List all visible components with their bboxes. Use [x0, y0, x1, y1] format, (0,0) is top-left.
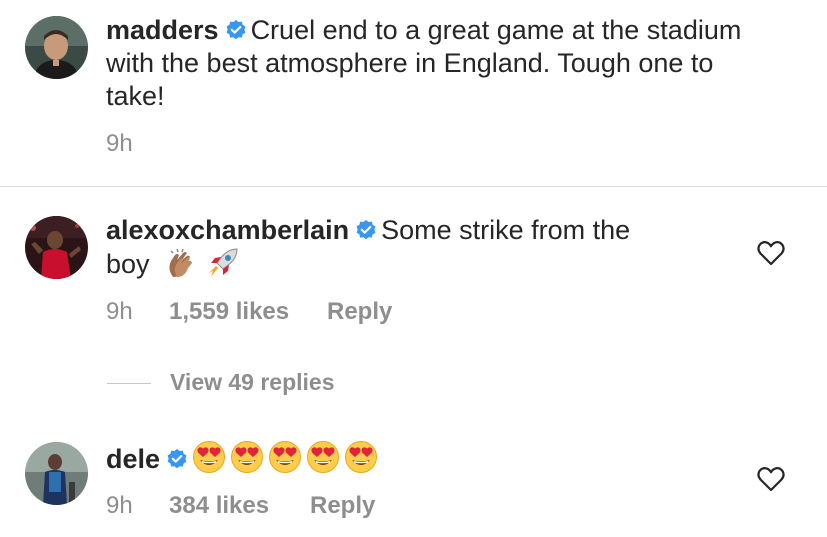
username-dele[interactable]: dele [106, 444, 160, 474]
caption-line-2: with the best atmosphere in England. Tou… [106, 48, 714, 78]
rocket-icon [207, 247, 241, 279]
heart-eyes-icon [230, 440, 264, 474]
username-alexoxchamberlain[interactable]: alexoxchamberlain [106, 215, 349, 245]
comment-line-1: Some strike from the [381, 215, 631, 245]
likes-count-link[interactable]: 1,559 likes [169, 298, 289, 326]
username-madders[interactable]: madders [106, 15, 219, 45]
replies-line [107, 383, 151, 384]
comment-line-2: boy [106, 249, 150, 279]
reply-button[interactable]: Reply [310, 492, 375, 520]
comment-alexoxchamberlain-text: alexoxchamberlain Some strike from the bo… [106, 214, 706, 281]
clapping-hands-icon [165, 247, 199, 279]
verified-badge-icon [355, 219, 377, 241]
avatar-alexoxchamberlain[interactable] [25, 216, 88, 279]
likes-count-link[interactable]: 384 likes [169, 492, 269, 520]
caption-text: madders Cruel end to a great game at the … [106, 14, 806, 113]
verified-badge-icon [166, 448, 188, 470]
like-heart-icon[interactable] [757, 240, 785, 266]
avatar-madders[interactable] [25, 16, 88, 79]
comment-timestamp[interactable]: 9h [106, 492, 133, 520]
divider [0, 186, 827, 187]
heart-eyes-icon [268, 440, 302, 474]
view-replies-button[interactable]: View 49 replies [170, 369, 335, 396]
caption-line-1: Cruel end to a great game at the stadium [250, 15, 742, 45]
verified-badge-icon [225, 19, 247, 41]
avatar-dele[interactable] [25, 442, 88, 505]
caption-line-3: take! [106, 81, 165, 111]
caption-timestamp[interactable]: 9h [106, 130, 133, 158]
heart-eyes-icon [306, 440, 340, 474]
heart-eyes-emoji-row [192, 441, 382, 474]
like-heart-icon[interactable] [757, 466, 785, 492]
heart-eyes-icon [344, 440, 378, 474]
comment-timestamp[interactable]: 9h [106, 298, 133, 326]
heart-eyes-icon [192, 440, 226, 474]
comment-dele-text: dele [106, 440, 706, 476]
reply-button[interactable]: Reply [327, 298, 392, 326]
